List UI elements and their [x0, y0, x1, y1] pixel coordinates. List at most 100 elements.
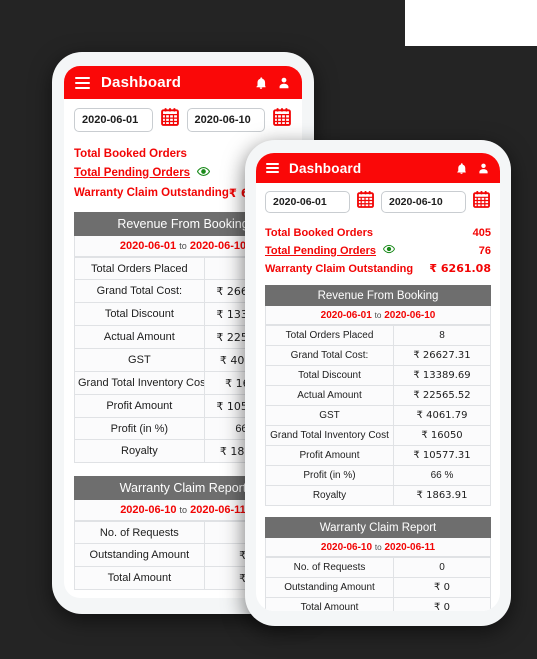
cell-label: Total Amount [74, 566, 205, 590]
cell-label: Grand Total Inventory Cost [74, 371, 205, 395]
summary-label: Total Booked Orders [74, 147, 187, 160]
app-screen-front: Dashboard 2020-06-01 2020-06-10 Total Bo… [256, 153, 500, 611]
cell-label: Grand Total Cost: [265, 345, 394, 366]
summary-value: ₹ 6261.08 [429, 262, 491, 275]
list-item: Warranty Claim Outstanding ₹ 6261.08 [265, 260, 491, 277]
range-end: 2020-06-11 [190, 504, 246, 516]
table-row: GST₹ 4061.79 [265, 405, 491, 426]
cell-label: Total Orders Placed [265, 325, 394, 346]
hamburger-icon[interactable] [75, 76, 90, 89]
calendar-icon[interactable] [356, 190, 375, 214]
cell-label: Total Orders Placed [74, 257, 205, 280]
cell-label: Profit Amount [74, 394, 205, 418]
app-bar-actions-front [455, 162, 490, 175]
cell-label: Grand Total Inventory Cost [265, 425, 394, 446]
range-end: 2020-06-10 [189, 240, 247, 252]
card-title: Warranty Claim Report [265, 517, 491, 538]
bell-icon[interactable] [254, 76, 268, 90]
app-bar-back: Dashboard [64, 66, 302, 99]
eye-icon[interactable] [197, 165, 211, 181]
card-date-range: 2020-06-01 to 2020-06-10 [265, 306, 491, 325]
cell-label: Outstanding Amount [265, 577, 394, 598]
card-date-range: 2020-06-10 to 2020-06-11 [265, 538, 491, 557]
calendar-icon[interactable] [160, 107, 180, 132]
cell-label: Profit (in %) [265, 465, 394, 486]
date-filter-row-back: 2020-06-01 2020-06-10 [64, 99, 302, 138]
range-end: 2020-06-11 [384, 541, 436, 553]
end-date-input[interactable]: 2020-06-10 [186, 107, 265, 132]
cell-value: ₹ 0 [393, 597, 491, 611]
table-row: Grand Total Cost:₹ 26627.31 [265, 345, 491, 366]
list-item: Total Booked Orders 405 [265, 225, 491, 241]
person-icon[interactable] [477, 162, 490, 175]
start-date-input[interactable]: 2020-06-01 [265, 191, 350, 213]
summary-label[interactable]: Total Pending Orders [265, 245, 376, 257]
revenue-table: Total Orders Placed8 Grand Total Cost:₹ … [265, 325, 491, 506]
bell-icon[interactable] [455, 162, 468, 175]
list-item[interactable]: Total Pending Orders 76 [265, 241, 491, 260]
range-start: 2020-06-10 [120, 504, 177, 516]
table-row: No. of Requests0 [265, 557, 491, 578]
table-row: Profit Amount₹ 10577.31 [265, 445, 491, 466]
table-row: Royalty₹ 1863.91 [265, 485, 491, 506]
cell-label: Royalty [74, 439, 205, 463]
summary-value: 76 [478, 244, 491, 257]
cell-label: Total Amount [265, 597, 394, 611]
cell-label: No. of Requests [74, 521, 205, 544]
range-separator: to [374, 542, 382, 552]
cell-label: GST [265, 405, 394, 426]
cell-label: Profit (in %) [74, 417, 205, 440]
cell-value: 66 % [393, 465, 491, 486]
table-row: Total Discount₹ 13389.69 [265, 365, 491, 386]
cell-value: 0 [393, 557, 491, 578]
cell-label: Actual Amount [265, 385, 394, 406]
cell-label: Actual Amount [74, 325, 205, 349]
range-start: 2020-06-01 [119, 240, 177, 252]
summary-value: 405 [472, 227, 491, 239]
cell-label: Total Discount [74, 302, 205, 326]
range-separator: to [179, 241, 187, 251]
page-title: Dashboard [289, 160, 362, 176]
range-end: 2020-06-10 [384, 309, 436, 321]
range-start: 2020-06-10 [320, 541, 373, 553]
hamburger-icon[interactable] [266, 162, 279, 174]
calendar-icon[interactable] [272, 107, 292, 132]
cell-value: 8 [393, 325, 491, 346]
page-title: Dashboard [101, 74, 182, 91]
table-row: Grand Total Inventory Cost₹ 16050 [265, 425, 491, 446]
table-row: Total Amount₹ 0 [265, 597, 491, 611]
cell-label: Grand Total Cost: [74, 279, 205, 303]
range-separator: to [374, 310, 382, 320]
summary-label: Warranty Claim Outstanding [265, 262, 414, 275]
cell-value: ₹ 0 [393, 577, 491, 598]
range-separator: to [179, 505, 188, 515]
date-filter-row-front: 2020-06-01 2020-06-10 [256, 183, 500, 219]
start-date-input[interactable]: 2020-06-01 [74, 107, 153, 132]
cell-label: Profit Amount [265, 445, 394, 466]
top-right-notch [405, 0, 537, 46]
calendar-icon[interactable] [472, 190, 491, 214]
cell-label: Outstanding Amount [74, 543, 205, 567]
revenue-from-booking-card: Revenue From Booking 2020-06-01 to 2020-… [265, 285, 491, 506]
cell-value: ₹ 10577.31 [393, 445, 491, 466]
table-row: Total Orders Placed8 [265, 325, 491, 346]
warranty-claim-report-card: Warranty Claim Report 2020-06-10 to 2020… [265, 517, 491, 611]
cell-value: ₹ 22565.52 [393, 385, 491, 406]
cell-label: Total Discount [265, 365, 394, 386]
cell-value: ₹ 13389.69 [393, 365, 491, 386]
person-icon[interactable] [277, 76, 291, 90]
app-bar-front: Dashboard [256, 153, 500, 183]
summary-label: Total Booked Orders [265, 227, 373, 239]
summary-label: Warranty Claim Outstanding [74, 186, 229, 199]
table-row: Actual Amount₹ 22565.52 [265, 385, 491, 406]
summary-label[interactable]: Total Pending Orders [74, 167, 190, 179]
end-date-input[interactable]: 2020-06-10 [381, 191, 466, 213]
cell-value: ₹ 4061.79 [393, 405, 491, 426]
eye-icon[interactable] [382, 243, 396, 258]
cell-label: Royalty [265, 485, 394, 506]
phone-mockup-front: Dashboard 2020-06-01 2020-06-10 Total Bo… [245, 140, 511, 626]
cell-label: GST [74, 348, 205, 372]
table-row: Profit (in %)66 % [265, 465, 491, 486]
cell-label: No. of Requests [265, 557, 394, 578]
range-start: 2020-06-01 [320, 309, 372, 321]
